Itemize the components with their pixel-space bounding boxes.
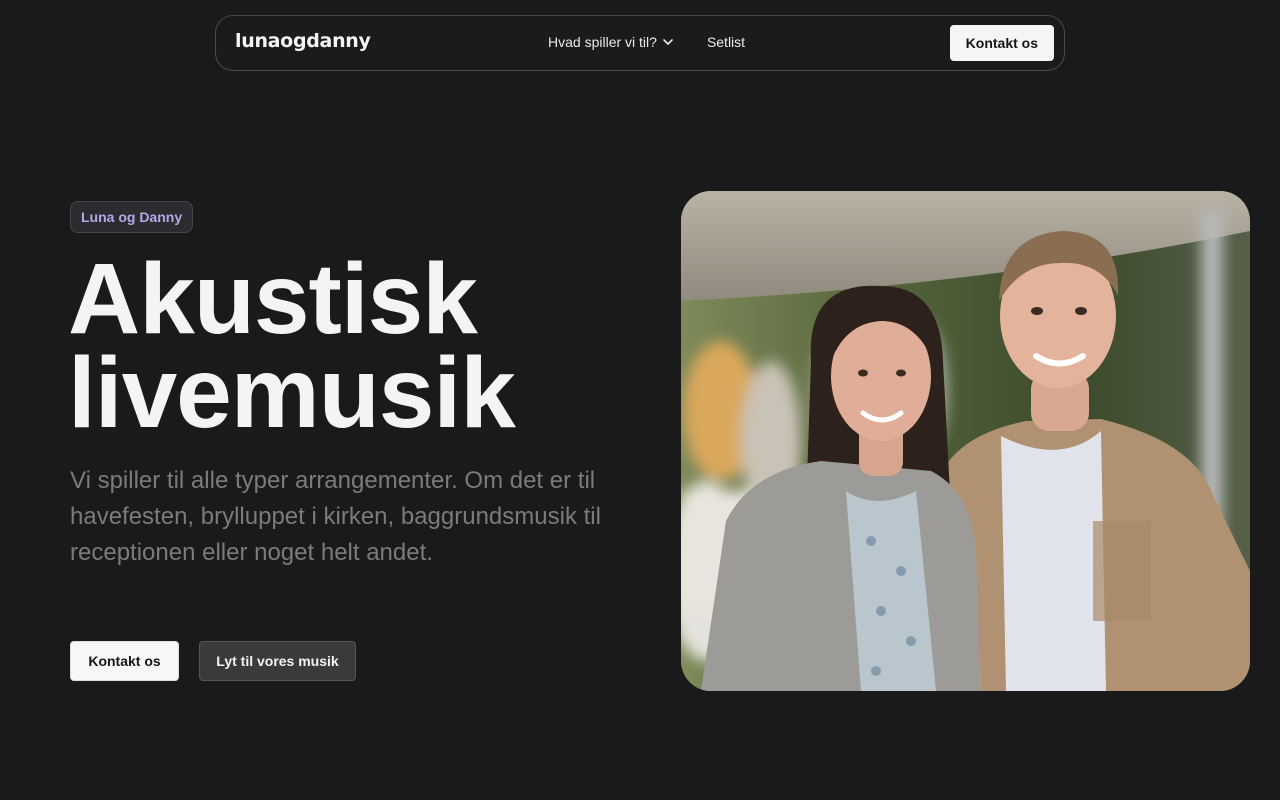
hero-photo [681, 191, 1250, 691]
contact-button[interactable]: Kontakt os [70, 641, 179, 681]
nav-menu: Hvad spiller vi til? Setlist [548, 34, 745, 50]
hero-title-line2: livemusik [68, 337, 516, 449]
listen-music-button[interactable]: Lyt til vores musik [199, 641, 356, 681]
hero-title-line1: Akustisk [68, 243, 478, 355]
hero-title: Akustisk livemusik [68, 243, 668, 449]
chevron-down-icon [663, 39, 673, 45]
site-logo[interactable]: lunaogdanny [235, 30, 371, 52]
nav-link-setlist[interactable]: Setlist [707, 34, 745, 50]
hero-subtitle: Vi spiller til alle typer arrangementer.… [70, 467, 601, 566]
portrait-photo-illustration [681, 191, 1250, 691]
top-navbar: lunaogdanny Hvad spiller vi til? Setlist… [215, 15, 1065, 71]
nav-dropdown-label: Hvad spiller vi til? [548, 34, 657, 50]
hero-badge: Luna og Danny [70, 201, 194, 233]
nav-dropdown-events[interactable]: Hvad spiller vi til? [548, 34, 674, 50]
nav-contact-button[interactable]: Kontakt os [949, 25, 1054, 61]
